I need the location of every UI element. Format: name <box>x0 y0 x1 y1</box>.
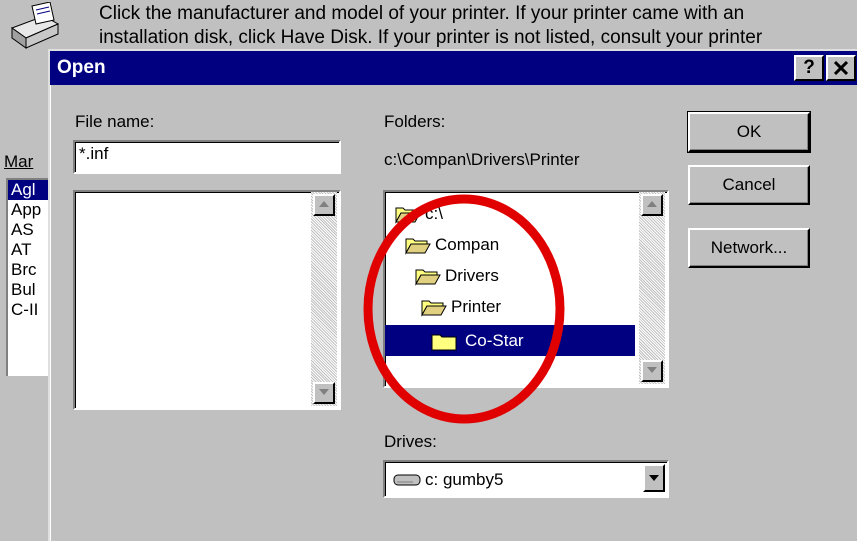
folder-label: c:\ <box>425 203 443 223</box>
arrow-down-icon <box>647 367 657 373</box>
scroll-up-button[interactable] <box>641 194 663 216</box>
scroll-down-button[interactable] <box>641 360 663 382</box>
help-button[interactable]: ? <box>794 55 824 81</box>
manufacturers-list[interactable]: Agl App AS AT Brc Bul C-II <box>6 178 54 376</box>
arrow-down-icon <box>319 389 329 395</box>
open-folder-icon <box>415 269 441 286</box>
chevron-down-icon <box>649 475 659 481</box>
drives-select[interactable]: c: gumby5 <box>383 460 669 498</box>
folder-icon <box>431 334 457 350</box>
arrow-up-icon <box>319 201 329 207</box>
folder-label: Drivers <box>445 265 499 285</box>
current-path: c:\Compan\Drivers\Printer <box>384 150 580 169</box>
drive-value: c: gumby5 <box>425 470 504 489</box>
printer-icon <box>4 1 62 52</box>
file-name-input[interactable]: *.inf <box>73 140 341 174</box>
folder-item-drivers[interactable]: Drivers <box>415 260 499 291</box>
arrow-up-icon <box>647 201 657 207</box>
wizard-instruction-line1: Click the manufacturer and model of your… <box>99 3 745 24</box>
file-list-scrollbar[interactable] <box>311 192 337 406</box>
open-folder-icon <box>405 238 431 255</box>
folder-item-printer[interactable]: Printer <box>421 291 501 322</box>
drive-selected: c: gumby5 <box>393 470 503 490</box>
file-name-value: *.inf <box>79 144 109 163</box>
file-name-label: File name: <box>75 112 155 131</box>
folder-label: Printer <box>451 296 502 316</box>
open-folder-icon <box>421 300 447 317</box>
close-button[interactable] <box>826 55 856 81</box>
scroll-up-button[interactable] <box>313 194 335 216</box>
folder-label: Compan <box>435 234 500 254</box>
drives-label: Drives: <box>384 432 437 451</box>
folders-label: Folders: <box>384 112 446 131</box>
folder-item-root[interactable]: c:\ <box>395 198 443 229</box>
ok-button[interactable]: OK <box>687 111 811 153</box>
folder-item-compan[interactable]: Compan <box>405 229 499 260</box>
close-icon <box>833 60 849 76</box>
file-list[interactable] <box>73 190 341 410</box>
scroll-down-button[interactable] <box>313 382 335 404</box>
wizard-instruction-line2: installation disk, click Have Disk. If y… <box>99 27 763 48</box>
dialog-title: Open <box>57 57 106 78</box>
network-button[interactable]: Network... <box>688 228 810 268</box>
drive-icon <box>393 474 421 486</box>
dialog-titlebar[interactable] <box>50 51 857 85</box>
folder-item-co-star[interactable]: Co-Star <box>385 325 635 356</box>
folder-tree-scrollbar[interactable] <box>639 192 665 384</box>
drives-dropdown-button[interactable] <box>643 464 665 492</box>
manufacturers-label: Mar <box>4 152 34 171</box>
folder-label: Co-Star <box>461 330 528 351</box>
folder-tree[interactable]: c:\ Compan Drivers Printer Co-Star <box>383 190 669 388</box>
cancel-button[interactable]: Cancel <box>688 165 810 205</box>
open-folder-icon <box>395 207 421 224</box>
